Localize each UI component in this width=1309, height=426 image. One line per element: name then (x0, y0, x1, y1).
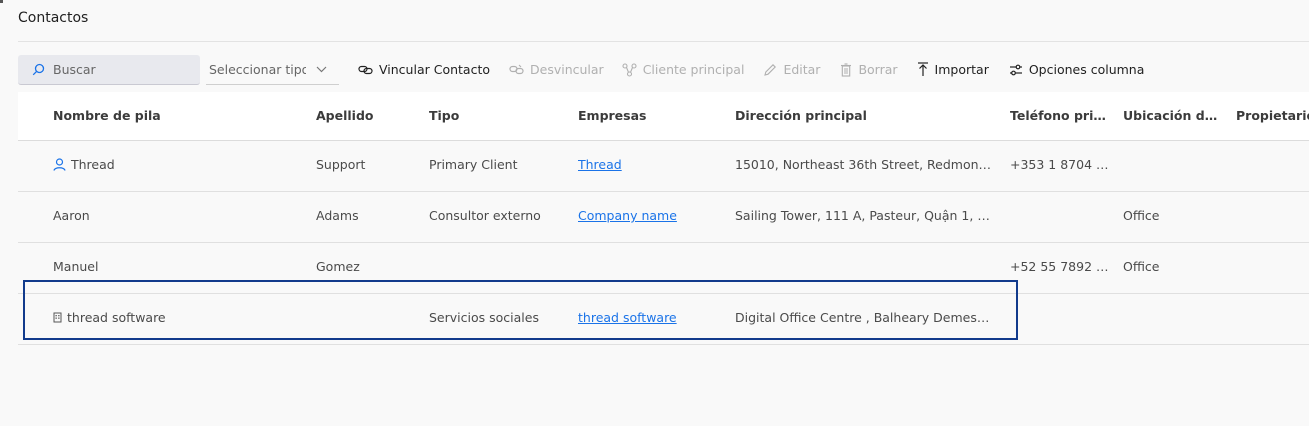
upload-icon (917, 62, 928, 76)
type-select-value: Seleccionar tipo (209, 61, 306, 77)
phone: +52 55 7892 39… (1010, 259, 1111, 274)
import-button[interactable]: Importar (917, 55, 989, 85)
first-name: Manuel (53, 259, 99, 274)
company-link[interactable]: Thread (578, 157, 622, 172)
table-row[interactable]: Aaron Adams Consultor externo Company na… (18, 192, 1309, 243)
import-label: Importar (934, 62, 989, 77)
first-name-cell: Thread (53, 157, 303, 172)
delete-label: Borrar (858, 62, 898, 77)
delete-button[interactable]: Borrar (840, 55, 898, 85)
trash-icon (841, 62, 852, 77)
link-icon (358, 65, 373, 74)
link-contact-button[interactable]: Vincular Contacto (358, 55, 490, 85)
link-contact-label: Vincular Contacto (379, 62, 490, 77)
title-divider (18, 41, 1309, 42)
pencil-icon (764, 63, 777, 76)
unlink-icon (509, 64, 524, 74)
last-name: Support (316, 157, 366, 172)
header-type[interactable]: Tipo (429, 108, 569, 123)
type-select[interactable]: Seleccionar tipo (206, 55, 339, 85)
search-icon (32, 63, 45, 75)
company-cell: Company name (578, 208, 728, 223)
primary-client-label: Cliente principal (642, 62, 745, 77)
toolbar: Seleccionar tipo Vincular Contacto Desvi… (18, 54, 1309, 85)
page-title: Contactos (18, 10, 89, 26)
edit-button[interactable]: Editar (763, 55, 820, 85)
table-header-row: Nombre de pila Apellido Tipo Empresas Di… (18, 92, 1309, 141)
header-last-name[interactable]: Apellido (316, 108, 416, 123)
first-name: Aaron (53, 208, 90, 223)
location: Office (1123, 208, 1160, 223)
company-link[interactable]: thread software (578, 310, 677, 325)
last-name: Adams (316, 208, 359, 223)
unlink-button[interactable]: Desvincular (509, 55, 604, 85)
contact-type: Servicios sociales (429, 310, 539, 325)
table-row[interactable]: Thread Support Primary Client Thread 150… (18, 141, 1309, 192)
header-address[interactable]: Dirección principal (735, 108, 997, 123)
first-name: Thread (71, 157, 115, 172)
company-cell: Thread (578, 157, 728, 172)
company-cell: thread software (578, 310, 728, 325)
chevron-down-icon (316, 66, 327, 72)
table-row[interactable]: Manuel Gomez +52 55 7892 39… Office (18, 243, 1309, 294)
address: Digital Office Centre , Balheary Demesne… (735, 310, 997, 325)
first-name: thread software (67, 310, 166, 325)
table-row[interactable]: thread software Servicios sociales threa… (18, 294, 1309, 345)
contacts-table: Nombre de pila Apellido Tipo Empresas Di… (18, 92, 1309, 345)
person-icon (53, 158, 66, 171)
primary-client-button[interactable]: Cliente principal (622, 55, 745, 85)
unlink-label: Desvincular (530, 62, 604, 77)
header-companies[interactable]: Empresas (578, 108, 728, 123)
company-link[interactable]: Company name (578, 208, 677, 223)
first-name-cell: thread software (53, 310, 303, 325)
network-icon (622, 62, 637, 77)
columns-options-icon (1009, 64, 1022, 75)
corner-mark (0, 0, 3, 3)
location: Office (1123, 259, 1160, 274)
contact-type: Consultor externo (429, 208, 541, 223)
search-box[interactable] (18, 54, 200, 85)
header-location[interactable]: Ubicación de l… (1123, 108, 1223, 123)
address: 15010, Northeast 36th Street, Redmond, I… (735, 157, 997, 172)
last-name: Gomez (316, 259, 360, 274)
search-input[interactable] (53, 61, 183, 77)
building-icon (53, 312, 62, 323)
column-options-label: Opciones columna (1028, 62, 1145, 77)
header-owner[interactable]: Propietario (1236, 108, 1309, 123)
header-first-name[interactable]: Nombre de pila (53, 108, 303, 123)
header-phone[interactable]: Teléfono princi… (1010, 108, 1111, 123)
edit-label: Editar (783, 62, 821, 77)
address: Sailing Tower, 111 A, Pasteur, Quận 1, H… (735, 208, 997, 223)
phone: +353 1 8704 949 (1010, 157, 1111, 172)
column-options-button[interactable]: Opciones columna (1009, 55, 1145, 85)
contact-type: Primary Client (429, 157, 518, 172)
